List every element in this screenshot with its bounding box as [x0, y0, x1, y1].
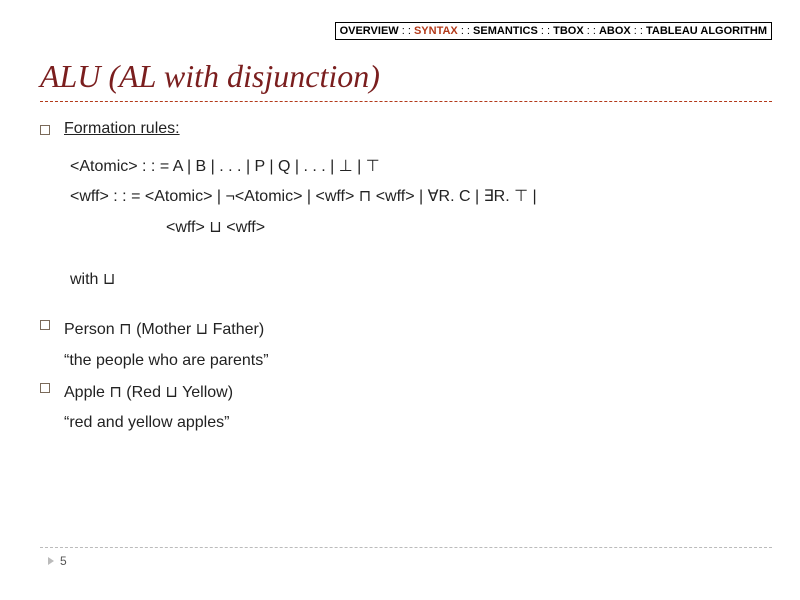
- example-expr: Person ⊓ (Mother ⊔ Father): [64, 315, 269, 345]
- bullet-icon: [40, 320, 50, 330]
- bullet-icon: [40, 383, 50, 393]
- slide-content: Formation rules: <Atomic> : : = A | B | …: [40, 120, 760, 441]
- example-gloss: “the people who are parents”: [64, 346, 269, 376]
- with-note: with ⊔: [70, 269, 760, 289]
- breadcrumb-item-semantics: SEMANTICS: [473, 25, 538, 37]
- rule-wff-line2: <wff> ⊔ <wff>: [166, 213, 760, 243]
- example-gloss: “red and yellow apples”: [64, 408, 233, 438]
- page-number: 5: [60, 554, 67, 568]
- breadcrumb-sep: : :: [584, 25, 599, 37]
- breadcrumb-item-syntax: SYNTAX: [414, 25, 458, 37]
- breadcrumb-item-tbox: TBOX: [553, 25, 584, 37]
- rule-atomic: <Atomic> : : = A | B | . . . | P | Q | .…: [70, 152, 760, 182]
- slide-title: ALU (AL with disjunction): [40, 58, 772, 95]
- formation-rules-label: Formation rules:: [64, 120, 180, 138]
- breadcrumb-item-overview: OVERVIEW: [340, 25, 399, 37]
- breadcrumb-sep: : :: [631, 25, 646, 37]
- footer-divider: [40, 547, 772, 548]
- example-expr: Apple ⊓ (Red ⊔ Yellow): [64, 378, 233, 408]
- breadcrumb: OVERVIEW : : SYNTAX : : SEMANTICS : : TB…: [335, 22, 772, 40]
- breadcrumb-sep: : :: [399, 25, 414, 37]
- breadcrumb-item-tableau: TABLEAU ALGORITHM: [646, 25, 767, 37]
- rule-wff-line1: <wff> : : = <Atomic> | ¬<Atomic> | <wff>…: [70, 182, 760, 212]
- page-marker-icon: [48, 557, 54, 565]
- title-divider: [40, 101, 772, 102]
- bullet-icon: [40, 125, 50, 135]
- breadcrumb-sep: : :: [538, 25, 553, 37]
- breadcrumb-item-abox: ABOX: [599, 25, 631, 37]
- footer: 5: [40, 547, 772, 568]
- breadcrumb-sep: : :: [458, 25, 473, 37]
